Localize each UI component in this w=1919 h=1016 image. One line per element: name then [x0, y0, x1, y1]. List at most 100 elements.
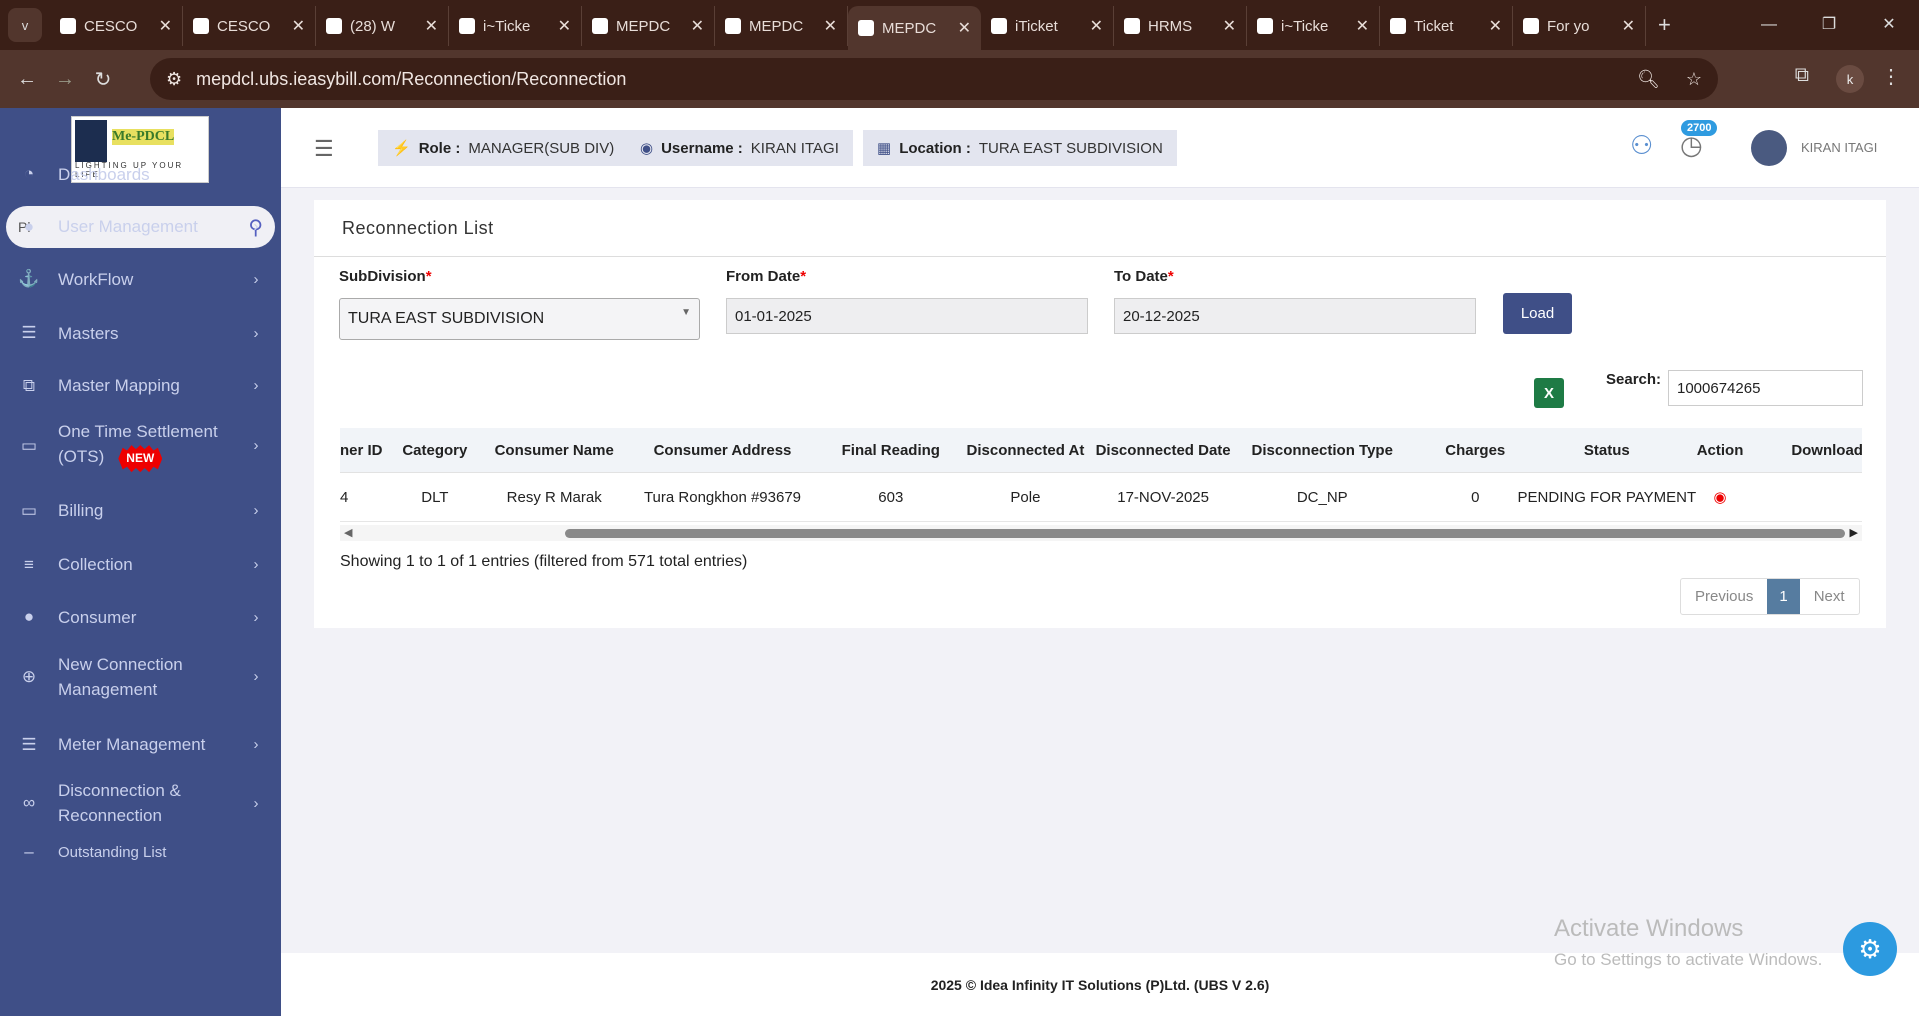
sidebar-item[interactable]: ● Consumer › — [0, 602, 281, 632]
horizontal-scrollbar[interactable]: ◀ ▶ — [340, 525, 1862, 541]
subdivision-select[interactable]: TURA EAST SUBDIVISION ▼ — [339, 298, 700, 340]
load-button[interactable]: Load — [1503, 293, 1572, 334]
browser-tab[interactable]: CESCO ✕ — [183, 6, 316, 46]
browser-tab[interactable]: i~Ticke ✕ — [449, 6, 582, 46]
browser-tab[interactable]: CESCO ✕ — [50, 6, 183, 46]
sidebar-item[interactable]: ◔ Dashboards — [0, 159, 281, 189]
chevron-right-icon: › — [253, 502, 259, 520]
user-avatar[interactable] — [1751, 130, 1787, 166]
sidebar-item[interactable]: ⧉ Master Mapping › — [0, 371, 281, 401]
new-tab-button[interactable]: + — [1658, 12, 1671, 38]
browser-tab[interactable]: i~Ticke ✕ — [1247, 6, 1380, 46]
column-header[interactable]: Consumer Name — [481, 428, 628, 472]
excel-export-icon[interactable]: X — [1534, 378, 1564, 408]
browser-menu-icon[interactable]: ⋮ — [1881, 64, 1901, 89]
sidebar-item[interactable]: ⊕ New Connection Management › — [0, 650, 281, 704]
sidebar-item[interactable]: ⚓ WorkFlow › — [0, 264, 281, 294]
url-text[interactable]: mepdcl.ubs.ieasybill.com/Reconnection/Re… — [196, 69, 626, 90]
sidebar-item-label: Masters — [58, 323, 119, 343]
back-button[interactable]: ← — [8, 68, 46, 91]
close-window-button[interactable]: ✕ — [1859, 0, 1919, 50]
to-date-input[interactable]: 20-12-2025 — [1114, 298, 1476, 334]
from-date-input[interactable]: 01-01-2025 — [726, 298, 1088, 334]
user-sync-icon[interactable]: ⚇ — [1630, 130, 1653, 161]
browser-tab[interactable]: HRMS ✕ — [1114, 6, 1247, 46]
tab-close-icon[interactable]: ✕ — [1223, 16, 1236, 36]
profile-avatar[interactable]: k — [1836, 65, 1864, 93]
browser-tab[interactable]: MEPDC ✕ — [582, 6, 715, 46]
to-date-label: To Date* — [1114, 268, 1174, 285]
site-info-icon[interactable]: ⚙ — [166, 69, 182, 90]
column-header[interactable]: Final Reading — [817, 428, 964, 472]
sidebar-item-label: WorkFlow — [58, 269, 134, 289]
sidebar-item[interactable]: ▭ One Time Settlement (OTS) NEW › — [0, 419, 281, 473]
tab-favicon-icon — [1390, 18, 1406, 34]
minimize-button[interactable]: — — [1739, 0, 1799, 50]
user-name[interactable]: KIRAN ITAGI — [1801, 140, 1877, 155]
column-header[interactable]: Category — [389, 428, 481, 472]
column-header[interactable]: Charges — [1405, 428, 1546, 472]
tab-close-icon[interactable]: ✕ — [1622, 16, 1635, 36]
page-1-button[interactable]: 1 — [1767, 579, 1800, 614]
browser-tab[interactable]: iTicket ✕ — [981, 6, 1114, 46]
sidebar-item-label: Consumer — [58, 607, 137, 627]
browser-tab[interactable]: (28) W ✕ — [316, 6, 449, 46]
sidebar-item[interactable]: ▭ Billing › — [0, 496, 281, 526]
column-header[interactable]: Consumer Address — [628, 428, 818, 472]
column-header[interactable]: ner ID — [340, 428, 389, 472]
scroll-right-arrow[interactable]: ▶ — [1850, 526, 1858, 539]
from-date-label: From Date* — [726, 268, 807, 285]
sidebar-item[interactable]: ☰ Meter Management › — [0, 730, 281, 760]
column-header[interactable]: Disconnection Type — [1240, 428, 1405, 472]
column-header[interactable]: Action — [1668, 428, 1772, 472]
tab-title: i~Ticke — [483, 17, 531, 35]
sidebar-item[interactable]: ● User Management › — [0, 212, 281, 242]
tab-favicon-icon — [326, 18, 342, 34]
tab-close-icon[interactable]: ✕ — [159, 16, 172, 36]
settings-gear-button[interactable]: ⚙ — [1843, 922, 1897, 976]
hamburger-menu-icon[interactable]: ☰ — [314, 136, 336, 162]
tab-close-icon[interactable]: ✕ — [558, 16, 571, 36]
previous-button[interactable]: Previous — [1681, 579, 1767, 614]
browser-tab[interactable]: MEPDC ✕ — [715, 6, 848, 46]
forward-button[interactable]: → — [46, 68, 84, 91]
column-header[interactable]: Status — [1546, 428, 1668, 472]
scrollbar-thumb[interactable] — [565, 529, 1845, 538]
scroll-left-arrow[interactable]: ◀ — [344, 526, 352, 539]
tab-close-icon[interactable]: ✕ — [425, 16, 438, 36]
column-header[interactable]: Download — [1772, 428, 1882, 472]
tab-title: iTicket — [1015, 17, 1058, 35]
browser-tab[interactable]: For yo ✕ — [1513, 6, 1646, 46]
sidebar-item[interactable]: ☰ Masters › — [0, 318, 281, 348]
subdivision-label: SubDivision* — [339, 268, 432, 285]
zoom-icon[interactable]: 🔍︎ — [1637, 69, 1660, 90]
table-search-input[interactable]: 1000674265 — [1668, 370, 1863, 406]
tab-search-button[interactable]: v — [8, 8, 42, 42]
sidebar-item[interactable]: ≡ Collection › — [0, 550, 281, 580]
tab-close-icon[interactable]: ✕ — [1356, 16, 1369, 36]
column-header[interactable]: Disconnected At — [964, 428, 1086, 472]
view-eye-icon[interactable]: ◉ — [1714, 488, 1727, 506]
table-cell: 603 — [878, 488, 904, 506]
table-cell: Resy R Marak — [506, 488, 602, 506]
sidebar-item[interactable]: ∞ Disconnection & Reconnection › — [0, 776, 281, 830]
browser-tab[interactable]: MEPDC ✕ — [848, 6, 981, 50]
extensions-icon[interactable]: ⧉ — [1795, 64, 1809, 87]
tab-close-icon[interactable]: ✕ — [958, 18, 971, 38]
reload-button[interactable]: ↻ — [84, 67, 122, 92]
tab-close-icon[interactable]: ✕ — [824, 16, 837, 36]
sidebar-item[interactable]: – Outstanding List — [0, 837, 281, 867]
tab-close-icon[interactable]: ✕ — [1090, 16, 1103, 36]
tab-favicon-icon — [1257, 18, 1273, 34]
link-icon: ∞ — [22, 793, 36, 813]
column-header[interactable]: Disconnected Date — [1087, 428, 1240, 472]
tab-close-icon[interactable]: ✕ — [292, 16, 305, 36]
chevron-right-icon: › — [253, 668, 259, 686]
tab-close-icon[interactable]: ✕ — [691, 16, 704, 36]
restore-button[interactable]: ❐ — [1799, 0, 1859, 50]
next-button[interactable]: Next — [1800, 579, 1859, 614]
browser-tab[interactable]: Ticket ✕ — [1380, 6, 1513, 46]
bookmark-star-icon[interactable]: ☆ — [1686, 69, 1702, 90]
tab-close-icon[interactable]: ✕ — [1489, 16, 1502, 36]
url-bar[interactable]: ⚙ mepdcl.ubs.ieasybill.com/Reconnection/… — [150, 58, 1718, 100]
